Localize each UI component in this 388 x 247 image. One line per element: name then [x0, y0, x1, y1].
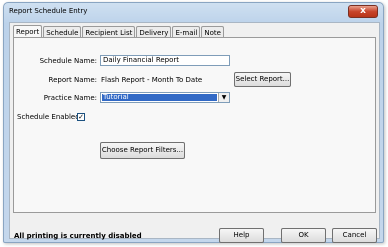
schedule-enabled-checkbox[interactable]: ✓: [77, 113, 85, 121]
tab-note[interactable]: Note: [201, 26, 224, 37]
tab-recipient-list[interactable]: Recipient List: [82, 26, 136, 37]
checkmark-icon: ✓: [78, 113, 84, 121]
tab-schedule[interactable]: Schedule: [43, 26, 82, 37]
practice-name-selected: Tutorial: [102, 94, 217, 101]
practice-name-dropdown[interactable]: Tutorial ▼: [100, 92, 230, 103]
tab-delivery[interactable]: Delivery: [136, 26, 172, 37]
chevron-down-icon[interactable]: ▼: [218, 93, 229, 102]
report-tab-panel: Schedule Name: Daily Financial Report Re…: [13, 37, 376, 213]
status-message: All printing is currently disabled: [14, 232, 142, 240]
ok-button[interactable]: OK: [281, 228, 326, 243]
close-button[interactable]: x: [348, 5, 378, 18]
report-schedule-window: Report Schedule Entry x Report Schedule …: [3, 2, 384, 243]
tab-email[interactable]: E-mail: [172, 26, 201, 37]
select-report-button[interactable]: Select Report...: [234, 72, 291, 87]
dialog-body: Report Schedule Recipient List Delivery …: [9, 22, 380, 243]
schedule-enabled-label: Schedule Enabled: [17, 113, 80, 121]
report-name-value: Flash Report - Month To Date: [101, 76, 203, 84]
practice-name-label: Practice Name:: [43, 94, 97, 102]
window-title: Report Schedule Entry: [9, 7, 88, 15]
report-name-label: Report Name:: [48, 76, 97, 84]
cancel-button[interactable]: Cancel: [332, 228, 377, 243]
schedule-name-input[interactable]: Daily Financial Report: [100, 55, 230, 66]
schedule-name-label: Schedule Name:: [39, 57, 97, 65]
choose-report-filters-button[interactable]: Choose Report Filters...: [100, 142, 185, 159]
help-button[interactable]: Help: [219, 228, 264, 243]
